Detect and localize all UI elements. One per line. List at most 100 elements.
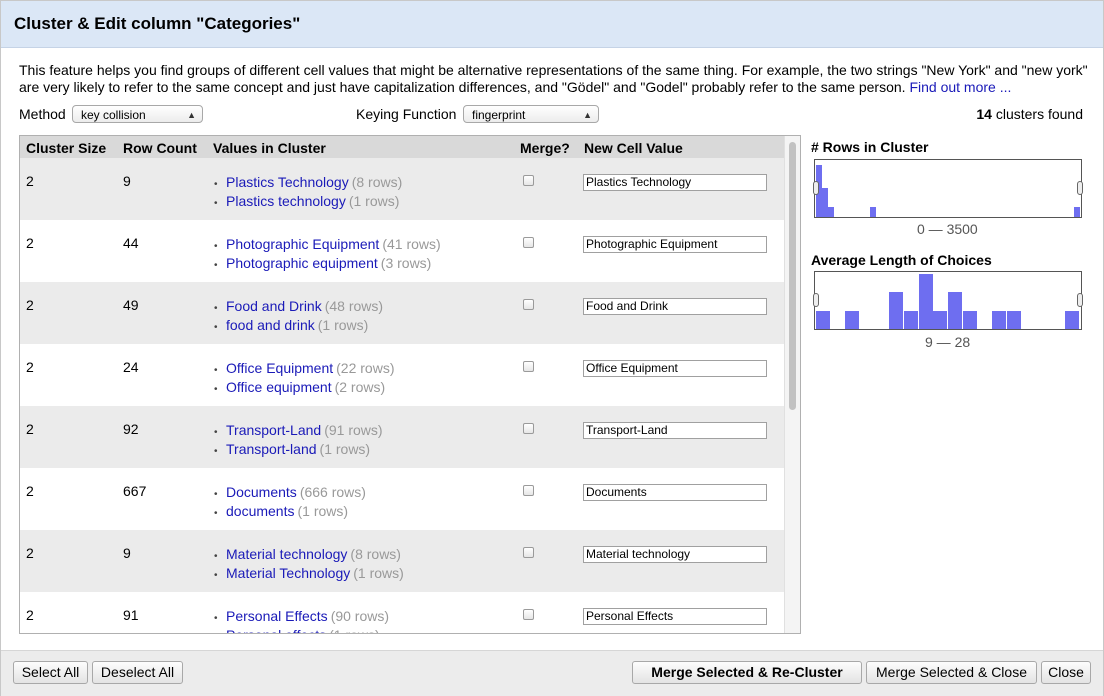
cluster-value-link[interactable]: Food and Drink — [226, 298, 322, 314]
values-in-cluster-cell: • Plastics Technology (8 rows) • Plastics te… — [214, 174, 402, 212]
new-cell-value-input[interactable]: Documents — [583, 484, 767, 501]
deselect-all-button[interactable]: Deselect All — [92, 661, 183, 684]
merge-close-button[interactable]: Merge Selected & Close — [866, 661, 1037, 684]
new-cell-value-input[interactable]: Food and Drink — [583, 298, 767, 315]
cluster-value-link[interactable]: Plastics Technology — [226, 174, 349, 190]
merge-checkbox[interactable] — [523, 547, 534, 558]
cluster-value-row-count: (666 rows) — [299, 484, 366, 500]
row-count-cell: 9 — [123, 173, 131, 189]
histogram-bar — [816, 311, 831, 329]
cluster-value-row-count: (22 rows) — [336, 360, 395, 376]
values-in-cluster-cell: •Personal Effects(90 rows)•Personal effe… — [214, 608, 389, 633]
range-handle-right[interactable] — [1077, 293, 1083, 307]
cluster-value-link[interactable]: documents — [226, 503, 294, 519]
cluster-value-link[interactable]: Photographic Equipment — [226, 236, 379, 252]
new-cell-value-input[interactable]: Plastics Technology — [583, 174, 767, 191]
scrollbar-thumb[interactable] — [789, 142, 796, 410]
dialog-footer: Select All Deselect All Merge Selected &… — [1, 650, 1103, 696]
cluster-value-item: • Material technology (8 rows) — [214, 546, 404, 565]
row-count-cell: 92 — [123, 421, 139, 437]
cluster-value-link[interactable]: Transport-land — [226, 441, 317, 457]
header-new-cell-value: New Cell Value — [584, 140, 683, 156]
keying-function-label: Keying Function — [356, 106, 457, 122]
merge-recluster-button[interactable]: Merge Selected & Re-Cluster — [632, 661, 862, 684]
bullet-icon: • — [214, 613, 218, 624]
facet-length-range: 9 — 28 — [925, 334, 971, 350]
histogram-bar — [948, 292, 963, 329]
header-values-in-cluster: Values in Cluster — [213, 140, 326, 156]
method-select[interactable]: key collision ▲ — [72, 105, 203, 123]
cluster-value-link[interactable]: Photographic equipment — [226, 255, 378, 271]
facet-rows-in-cluster-histogram[interactable] — [813, 159, 1083, 218]
cluster-value-link[interactable]: Material technology — [226, 546, 347, 562]
row-count-cell: 24 — [123, 359, 139, 375]
facet-average-length-histogram[interactable] — [813, 271, 1083, 330]
merge-checkbox[interactable] — [523, 609, 534, 620]
merge-checkbox[interactable] — [523, 237, 534, 248]
table-scrollbar[interactable] — [784, 136, 800, 633]
histogram-bar — [1065, 311, 1080, 329]
cluster-value-link[interactable]: Personal Effects — [226, 608, 328, 624]
new-cell-value-input[interactable]: Personal Effects — [583, 608, 767, 625]
clusters-count: 14 — [976, 106, 992, 122]
values-in-cluster-cell: • Material technology (8 rows) • Material Te… — [214, 546, 404, 584]
cluster-size-cell: 2 — [26, 483, 34, 499]
cluster-value-link[interactable]: Documents — [226, 484, 297, 500]
merge-checkbox[interactable] — [523, 485, 534, 496]
cluster-value-item: • Plastics Technology (8 rows) — [214, 174, 402, 193]
cluster-value-link[interactable]: Office Equipment — [226, 360, 333, 376]
cluster-value-item: • Material Technology (1 rows) — [214, 565, 404, 584]
keying-function-value: fingerprint — [472, 108, 526, 122]
cluster-value-link[interactable]: Office equipment — [226, 379, 332, 395]
merge-checkbox[interactable] — [523, 361, 534, 372]
cluster-value-row-count: (8 rows) — [351, 174, 403, 190]
cluster-value-link[interactable]: Personal effects — [226, 627, 326, 633]
table-row: 2 44 • Photographic Equipment (41 rows) • Phot… — [20, 220, 784, 282]
bullet-icon: • — [214, 198, 218, 209]
select-arrows-icon: ▲ — [583, 110, 592, 120]
new-cell-value-input[interactable]: Office Equipment — [583, 360, 767, 377]
bullet-icon: • — [214, 489, 218, 500]
range-handle-right[interactable] — [1077, 181, 1083, 195]
cluster-value-item: • Documents (666 rows) — [214, 484, 366, 503]
new-cell-value-input[interactable]: Transport-Land — [583, 422, 767, 439]
merge-checkbox[interactable] — [523, 299, 534, 310]
values-in-cluster-cell: • Food and Drink (48 rows) • food and drink(… — [214, 298, 383, 336]
cluster-value-link[interactable]: Material Technology — [226, 565, 350, 581]
histogram-bar — [1074, 207, 1080, 217]
cluster-value-row-count: (1 rows) — [353, 565, 404, 581]
histogram-bar — [870, 207, 876, 217]
range-handle-left[interactable] — [813, 181, 819, 195]
cluster-value-link[interactable]: food and drink — [226, 317, 315, 333]
find-out-more-link[interactable]: Find out more ... — [909, 79, 1011, 95]
cluster-value-link[interactable]: Plastics technology — [226, 193, 346, 209]
bullet-icon: • — [214, 241, 218, 252]
cluster-value-item: • Transport-land (1 rows) — [214, 441, 383, 460]
bullet-icon: • — [214, 446, 218, 457]
cluster-size-cell: 2 — [26, 297, 34, 313]
cluster-value-row-count: (1 rows) — [319, 441, 371, 457]
bullet-icon: • — [214, 551, 218, 562]
header-merge: Merge? — [520, 140, 570, 156]
bullet-icon: • — [214, 322, 218, 333]
histogram-bar — [933, 311, 948, 329]
values-in-cluster-cell: • Photographic Equipment (41 rows) • Photogr… — [214, 236, 441, 274]
cluster-size-cell: 2 — [26, 235, 34, 251]
new-cell-value-input[interactable]: Material technology — [583, 546, 767, 563]
intro-text: This feature helps you find groups of di… — [19, 62, 1089, 96]
keying-function-select[interactable]: fingerprint ▲ — [463, 105, 599, 123]
cluster-value-link[interactable]: Transport-Land — [226, 422, 321, 438]
histogram-bar — [828, 207, 834, 217]
merge-checkbox[interactable] — [523, 423, 534, 434]
header-row-count: Row Count — [123, 140, 197, 156]
cluster-value-row-count: (1 rows) — [317, 317, 369, 333]
bullet-icon: • — [214, 260, 218, 271]
select-all-button[interactable]: Select All — [13, 661, 88, 684]
new-cell-value-input[interactable]: Photographic Equipment — [583, 236, 767, 253]
range-handle-left[interactable] — [813, 293, 819, 307]
close-button[interactable]: Close — [1041, 661, 1091, 684]
row-count-cell: 91 — [123, 607, 139, 623]
merge-checkbox[interactable] — [523, 175, 534, 186]
histogram-bar — [845, 311, 860, 329]
row-count-cell: 49 — [123, 297, 139, 313]
